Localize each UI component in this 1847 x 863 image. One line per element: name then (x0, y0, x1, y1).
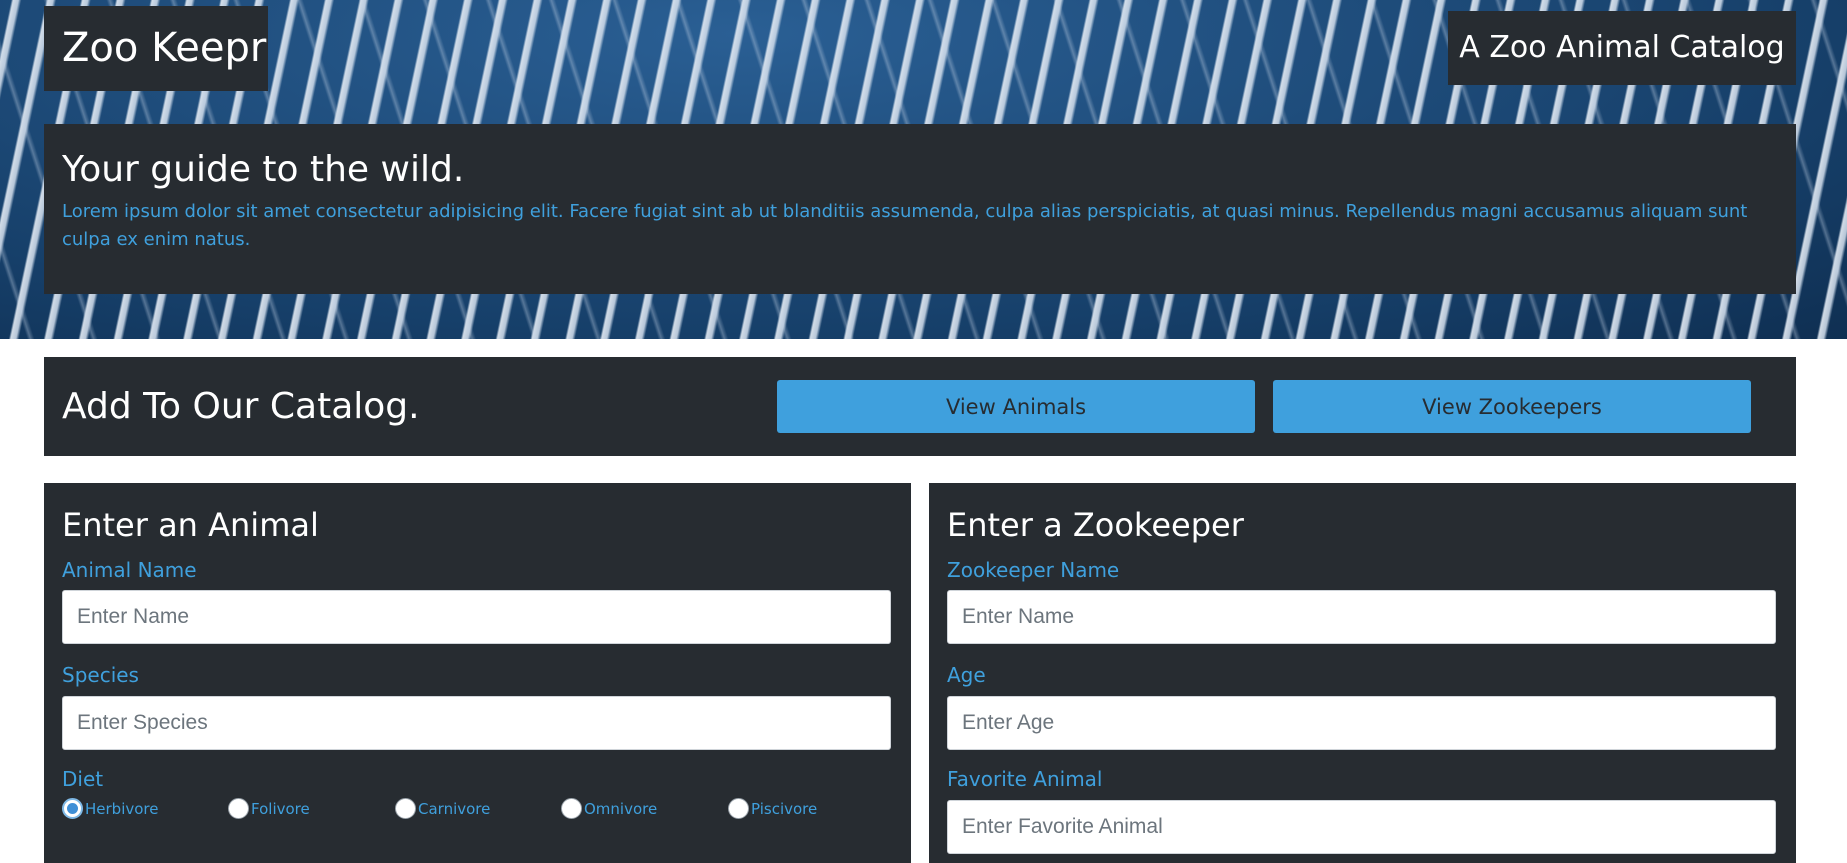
radio-unchecked-icon[interactable] (728, 798, 749, 819)
intro-section: Your guide to the wild. Lorem ipsum dolo… (44, 124, 1796, 294)
favorite-animal-label: Favorite Animal (947, 767, 1103, 791)
diet-option-carnivore[interactable]: Carnivore (395, 798, 490, 819)
zookeeper-form: Enter a Zookeeper Zookeeper Name Age Fav… (929, 483, 1796, 863)
zookeeper-name-input[interactable] (947, 590, 1776, 644)
zookeeper-form-title: Enter a Zookeeper (947, 506, 1244, 544)
diet-option-herbivore[interactable]: Herbivore (62, 798, 158, 819)
favorite-animal-input[interactable] (947, 800, 1776, 854)
species-input[interactable] (62, 696, 891, 750)
hero-banner: Zoo Keepr A Zoo Animal Catalog Your guid… (0, 0, 1847, 339)
animal-name-label: Animal Name (62, 558, 197, 582)
animal-form-title: Enter an Animal (62, 506, 319, 544)
intro-title: Your guide to the wild. (62, 149, 465, 190)
diet-label: Diet (62, 767, 104, 791)
view-animals-button[interactable]: View Animals (777, 380, 1255, 433)
radio-unchecked-icon[interactable] (228, 798, 249, 819)
radio-unchecked-icon[interactable] (561, 798, 582, 819)
animal-name-input[interactable] (62, 590, 891, 644)
diet-option-label: Herbivore (85, 799, 159, 818)
radio-checked-icon[interactable] (62, 798, 83, 819)
diet-radio-group: Herbivore Folivore Carnivore Omnivore Pi… (62, 798, 893, 824)
intro-text: Lorem ipsum dolor sit amet consectetur a… (62, 201, 1748, 250)
animal-form: Enter an Animal Animal Name Species Diet… (44, 483, 911, 863)
catalog-title: Add To Our Catalog. (62, 386, 420, 427)
diet-option-label: Carnivore (418, 799, 491, 818)
age-label: Age (947, 663, 986, 687)
diet-option-omnivore[interactable]: Omnivore (561, 798, 657, 819)
site-logo[interactable]: Zoo Keepr (44, 6, 268, 91)
site-tagline: A Zoo Animal Catalog (1459, 30, 1785, 65)
diet-option-folivore[interactable]: Folivore (228, 798, 310, 819)
site-tagline-box: A Zoo Animal Catalog (1448, 11, 1796, 85)
diet-option-label: Piscivore (751, 799, 818, 818)
diet-option-label: Omnivore (584, 799, 658, 818)
view-zookeepers-button[interactable]: View Zookeepers (1273, 380, 1751, 433)
radio-unchecked-icon[interactable] (395, 798, 416, 819)
species-label: Species (62, 663, 139, 687)
diet-option-piscivore[interactable]: Piscivore (728, 798, 817, 819)
diet-option-label: Folivore (251, 799, 310, 818)
age-input[interactable] (947, 696, 1776, 750)
zookeeper-name-label: Zookeeper Name (947, 558, 1120, 582)
catalog-bar: Add To Our Catalog. View Animals View Zo… (44, 357, 1796, 456)
site-title: Zoo Keepr (62, 25, 267, 71)
